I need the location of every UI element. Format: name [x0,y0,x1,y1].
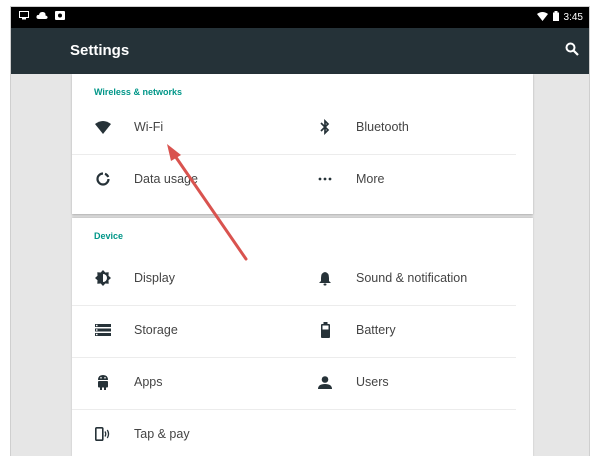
display-icon [94,269,112,287]
data-usage-icon [94,170,112,188]
settings-item-label: Storage [134,323,178,337]
settings-item-label: Wi-Fi [134,120,164,134]
bluetooth-icon [316,118,334,136]
settings-item-label: Battery [356,323,396,337]
section-header-device: Device [94,231,124,241]
settings-item-label: Apps [134,375,163,389]
more-dots-icon [316,170,334,188]
settings-item-bluetooth[interactable]: Bluetooth [294,102,516,155]
wifi-icon [94,118,112,136]
settings-item-storage[interactable]: Storage [72,305,294,358]
android-icon [94,373,112,391]
settings-item-more[interactable]: More [294,154,516,206]
settings-item-label: Sound & notification [356,271,468,285]
settings-item-display[interactable]: Display [72,253,294,306]
tap-pay-icon [94,425,112,443]
device-panel: Device Display Sound & notification Stor… [72,218,533,456]
photo-icon [55,11,65,23]
settings-item-label: More [356,172,385,186]
section-header-wireless: Wireless & networks [94,87,182,97]
settings-item-label: Display [134,271,175,285]
settings-item-apps[interactable]: Apps [72,357,294,410]
settings-item-sound-notification[interactable]: Sound & notification [294,253,516,306]
settings-item-users[interactable]: Users [294,357,516,410]
screen-icon [19,11,29,23]
status-bar: 3:45 [11,7,589,28]
settings-item-label: Data usage [134,172,198,186]
battery-icon [316,321,334,339]
storage-icon [94,321,112,339]
search-icon [565,42,579,60]
wireless-networks-panel: Wireless & networks Wi-Fi Bluetooth Data… [72,74,533,214]
settings-item-data-usage[interactable]: Data usage [72,154,294,206]
settings-item-tap-pay[interactable]: Tap & pay [72,409,294,456]
battery-icon [552,11,559,24]
settings-item-wifi[interactable]: Wi-Fi [72,102,294,155]
bell-icon [316,269,334,287]
cloud-upload-icon [36,11,48,23]
device-screen: 3:45 Settings Wireless & networks Wi-Fi … [11,7,589,456]
clock: 3:45 [563,12,583,23]
settings-item-label: Bluetooth [356,120,409,134]
search-button[interactable] [565,42,579,61]
page-title: Settings [70,42,130,59]
wifi-icon [536,11,548,24]
settings-item-label: Tap & pay [134,427,190,441]
user-icon [316,373,334,391]
app-bar: Settings [11,28,589,74]
settings-item-label: Users [356,375,389,389]
settings-item-battery[interactable]: Battery [294,305,516,358]
